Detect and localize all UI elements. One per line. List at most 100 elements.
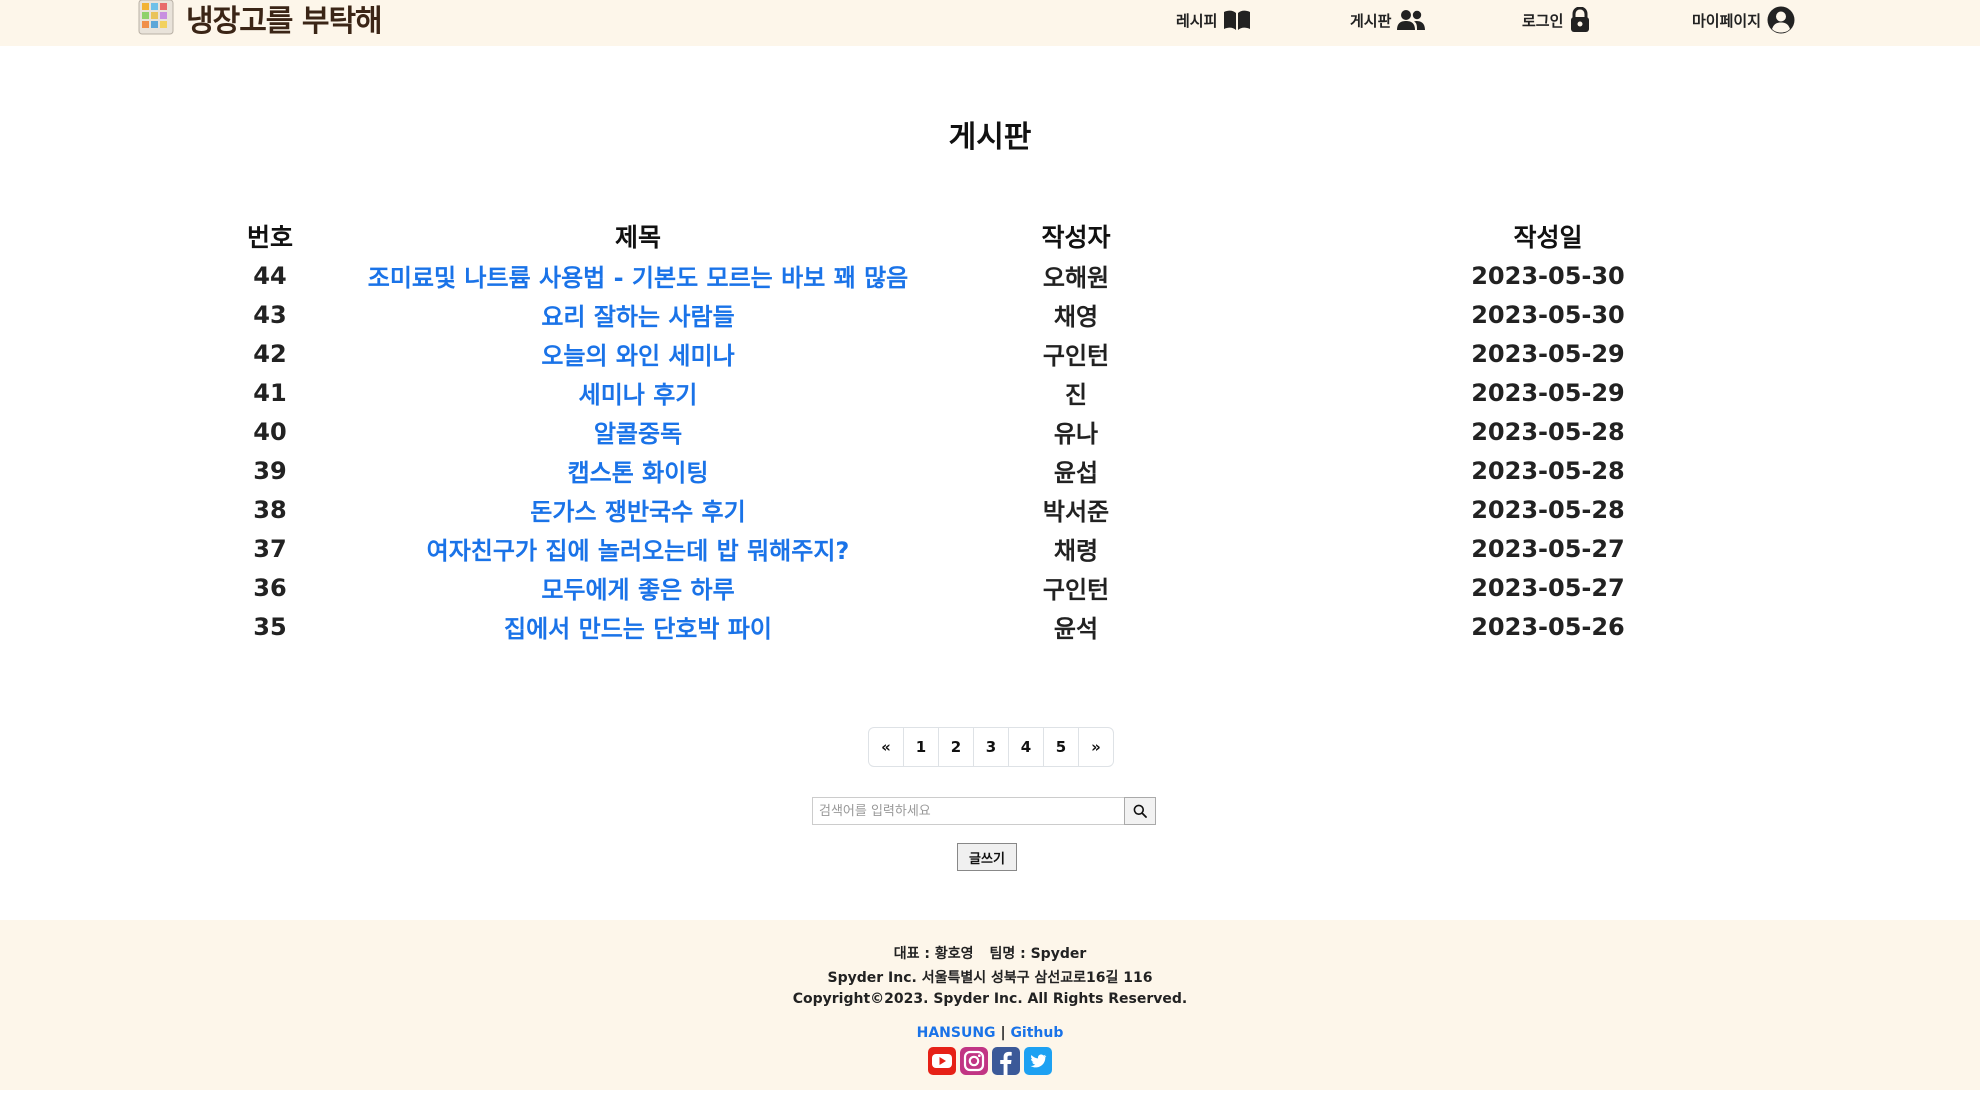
post-date: 2023-05-29: [1471, 339, 1625, 368]
post-title-cell: 돈가스 쟁반국수 후기: [340, 490, 936, 529]
column-header-no: 번호: [246, 223, 293, 252]
nav-login[interactable]: 로그인: [1522, 4, 1591, 36]
post-date: 2023-05-30: [1471, 300, 1625, 329]
users-icon: [1397, 10, 1426, 30]
footer: 대표 : 황호영 팀명 : Spyder Spyder Inc. 서울특별시 성북…: [0, 920, 1980, 1090]
post-title-link[interactable]: 캡스톤 화이팅: [568, 459, 709, 487]
table-row: 37 여자친구가 집에 놀러오는데 밥 뭐해주지? 채령 2023-05-27: [200, 529, 1880, 568]
post-author: 구인턴: [1042, 576, 1110, 604]
footer-team-name: 팀명 : Spyder: [989, 946, 1087, 962]
nav-mypage-label: 마이페이지: [1692, 11, 1762, 30]
post-number: 40: [253, 417, 287, 446]
table-row: 38 돈가스 쟁반국수 후기 박서준 2023-05-28: [200, 490, 1880, 529]
post-number: 42: [253, 339, 287, 368]
post-number: 35: [253, 612, 287, 641]
search-icon: [1133, 804, 1147, 818]
footer-representative: 대표 : 황호영: [893, 946, 974, 962]
facebook-icon[interactable]: [992, 1047, 1020, 1079]
pagination-page-4[interactable]: 4: [1009, 728, 1044, 766]
fridge-logo-icon: [136, 0, 176, 36]
pagination-page-1[interactable]: 1: [904, 728, 939, 766]
post-date: 2023-05-28: [1471, 417, 1625, 446]
nav-board[interactable]: 게시판: [1350, 4, 1426, 36]
post-title-link[interactable]: 돈가스 쟁반국수 후기: [530, 498, 745, 526]
post-number: 41: [253, 378, 287, 407]
post-author: 오해원: [1042, 264, 1110, 292]
board-table: 번호 제목 작성자 작성일 44 조미료및 나트륨 사용법 - 기본도 모르는 …: [200, 216, 1880, 646]
post-author: 채영: [1053, 303, 1099, 331]
lock-icon: [1571, 7, 1590, 32]
site-logo-text: 냉장고를 부탁해: [186, 4, 383, 39]
post-title-cell: 세미나 후기: [340, 373, 936, 412]
footer-links: HANSUNG | Github: [0, 1025, 1980, 1041]
nav-board-label: 게시판: [1350, 11, 1392, 30]
post-number: 38: [253, 495, 287, 524]
table-header-row: 번호 제목 작성자 작성일: [200, 216, 1880, 256]
footer-social-icons: [0, 1047, 1980, 1079]
table-row: 41 세미나 후기 진 2023-05-29: [200, 373, 1880, 412]
post-author: 구인턴: [1042, 342, 1110, 370]
post-title-cell: 요리 잘하는 사람들: [340, 295, 936, 334]
post-date: 2023-05-26: [1471, 612, 1625, 641]
post-date: 2023-05-27: [1471, 534, 1625, 563]
post-number: 36: [253, 573, 287, 602]
page-title: 게시판: [948, 120, 1032, 155]
post-author: 박서준: [1042, 498, 1110, 526]
nav-recipe[interactable]: 레시피: [1176, 4, 1251, 36]
footer-link-github[interactable]: Github: [1010, 1025, 1063, 1041]
table-row: 43 요리 잘하는 사람들 채영 2023-05-30: [200, 295, 1880, 334]
footer-address: Spyder Inc. 서울특별시 성북구 삼선교로16길 116: [827, 970, 1153, 986]
site-logo[interactable]: 냉장고를 부탁해: [136, 0, 383, 39]
table-row: 40 알콜중독 유나 2023-05-28: [200, 412, 1880, 451]
column-header-date: 작성일: [1513, 223, 1583, 252]
pagination: « 1 2 3 4 5 »: [868, 727, 1114, 767]
post-author: 유나: [1053, 420, 1099, 448]
footer-company-line: 대표 : 황호영 팀명 : Spyder: [0, 943, 1980, 963]
footer-copyright: Copyright©2023. Spyder Inc. All Rights R…: [792, 991, 1188, 1007]
youtube-icon[interactable]: [928, 1047, 956, 1079]
table-header: 번호 제목 작성자 작성일: [200, 216, 1880, 256]
table-row: 35 집에서 만드는 단호박 파이 윤석 2023-05-26: [200, 607, 1880, 646]
post-title-link[interactable]: 요리 잘하는 사람들: [541, 303, 734, 331]
write-post-button[interactable]: 글쓰기: [957, 843, 1017, 871]
search-bar: [812, 797, 1156, 825]
footer-link-hansung[interactable]: HANSUNG: [917, 1025, 996, 1041]
pagination-prev[interactable]: «: [869, 728, 904, 766]
post-date: 2023-05-28: [1471, 495, 1625, 524]
post-number: 39: [253, 456, 287, 485]
post-date: 2023-05-30: [1471, 261, 1625, 290]
post-title-cell: 모두에게 좋은 하루: [340, 568, 936, 607]
post-title-cell: 여자친구가 집에 놀러오는데 밥 뭐해주지?: [340, 529, 936, 568]
pagination-page-2[interactable]: 2: [939, 728, 974, 766]
post-title-link[interactable]: 세미나 후기: [579, 381, 698, 409]
twitter-icon[interactable]: [1024, 1047, 1052, 1079]
instagram-icon[interactable]: [960, 1047, 988, 1079]
table-row: 44 조미료및 나트륨 사용법 - 기본도 모르는 바보 꽤 많음 오해원 20…: [200, 256, 1880, 295]
post-title-link[interactable]: 여자친구가 집에 놀러오는데 밥 뭐해주지?: [427, 537, 850, 565]
pagination-page-5[interactable]: 5: [1044, 728, 1079, 766]
post-number: 44: [253, 261, 287, 290]
post-title-link[interactable]: 오늘의 와인 세미나: [541, 342, 734, 370]
top-navbar: 냉장고를 부탁해 레시피 게시판 로그인 마이페이지: [0, 0, 1980, 46]
pagination-page-3[interactable]: 3: [974, 728, 1009, 766]
post-number: 37: [253, 534, 287, 563]
post-title-link[interactable]: 알콜중독: [594, 420, 682, 448]
post-author: 채령: [1053, 537, 1099, 565]
pagination-next[interactable]: »: [1079, 728, 1113, 766]
post-date: 2023-05-27: [1471, 573, 1625, 602]
post-title-link[interactable]: 모두에게 좋은 하루: [541, 576, 734, 604]
post-title-link[interactable]: 집에서 만드는 단호박 파이: [504, 615, 772, 643]
search-input[interactable]: [812, 797, 1124, 825]
post-author: 윤섭: [1053, 459, 1099, 487]
nav-login-label: 로그인: [1522, 11, 1564, 30]
post-title-link[interactable]: 조미료및 나트륨 사용법 - 기본도 모르는 바보 꽤 많음: [368, 264, 908, 292]
post-title-cell: 오늘의 와인 세미나: [340, 334, 936, 373]
post-number: 43: [253, 300, 287, 329]
post-title-cell: 조미료및 나트륨 사용법 - 기본도 모르는 바보 꽤 많음: [340, 256, 936, 295]
book-open-icon: [1224, 10, 1251, 30]
nav-recipe-label: 레시피: [1176, 11, 1218, 30]
post-author: 진: [1064, 381, 1088, 409]
nav-mypage[interactable]: 마이페이지: [1692, 4, 1795, 36]
table-row: 39 캡스톤 화이팅 윤섭 2023-05-28: [200, 451, 1880, 490]
search-button[interactable]: [1124, 797, 1156, 825]
